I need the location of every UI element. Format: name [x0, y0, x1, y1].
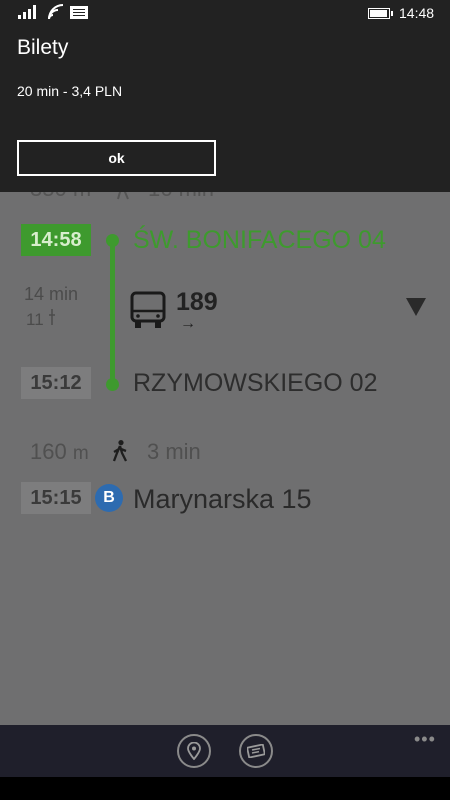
- destination-badge: B: [95, 484, 123, 512]
- arrival-time: 15:12: [21, 367, 91, 399]
- location-pin-icon: [187, 742, 201, 760]
- message-icon: [70, 6, 88, 19]
- walk-distance-value: 160: [30, 439, 67, 464]
- direction-arrow: →: [180, 315, 196, 332]
- destination-time: 15:15: [21, 482, 91, 514]
- ticket-icon: [247, 744, 265, 758]
- dialog-message: 20 min - 3,4 PLN: [17, 83, 123, 99]
- tickets-button[interactable]: [239, 734, 273, 768]
- stops-icon: [49, 309, 56, 325]
- departure-time: 14:58: [21, 224, 91, 256]
- location-button[interactable]: [177, 734, 211, 768]
- walk-distance-unit: m: [72, 443, 89, 464]
- walk-icon: [112, 440, 128, 462]
- battery-icon: [368, 8, 393, 19]
- ride-duration: 14 min: [24, 284, 79, 304]
- status-time: 14:48: [399, 5, 435, 21]
- stops-count-value: 11: [26, 310, 44, 329]
- system-nav-bar: [0, 777, 450, 800]
- app-bar: •••: [0, 725, 450, 777]
- ok-button[interactable]: ok: [17, 140, 216, 176]
- status-bar: 14:48: [0, 0, 450, 26]
- walk-time: 3 min: [147, 439, 201, 464]
- expand-icon[interactable]: [406, 298, 426, 316]
- bus-icon: [130, 291, 166, 328]
- wifi-icon: [48, 4, 64, 20]
- departure-stop[interactable]: ŚW. BONIFACEGO 04: [133, 226, 386, 255]
- destination-name[interactable]: Marynarska 15: [133, 484, 312, 515]
- departure-dot: [106, 234, 119, 247]
- arrival-dot: [106, 378, 119, 391]
- walk-distance: 160 m: [30, 439, 89, 465]
- route-number[interactable]: 189: [176, 288, 218, 317]
- tickets-dialog: Bilety 20 min - 3,4 PLN ok: [0, 26, 450, 192]
- dialog-title: Bilety: [17, 36, 69, 59]
- more-options-button[interactable]: •••: [414, 729, 436, 750]
- route-line: [110, 240, 115, 384]
- arrival-stop[interactable]: RZYMOWSKIEGO 02: [133, 369, 377, 398]
- stops-count: 11: [26, 309, 56, 330]
